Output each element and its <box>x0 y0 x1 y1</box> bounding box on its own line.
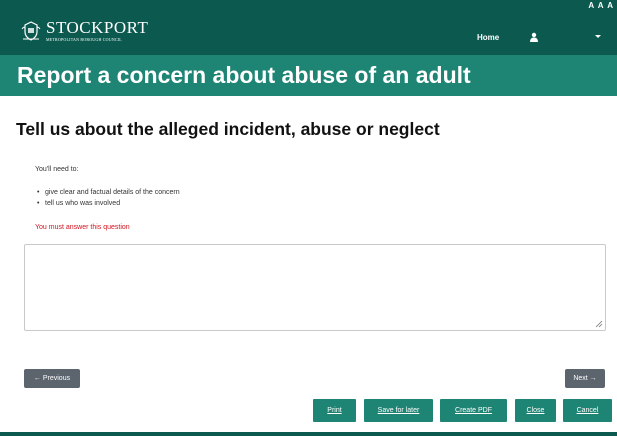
page-title: Report a concern about abuse of an adult <box>17 62 471 88</box>
logo-subtitle: METROPOLITAN BOROUGH COUNCIL <box>46 37 122 42</box>
text-size-medium[interactable]: A <box>598 1 604 10</box>
save-for-later-button[interactable]: Save for later <box>364 399 433 422</box>
logo-name: STOCKPORT <box>46 18 149 37</box>
print-button[interactable]: Print <box>313 399 356 422</box>
requirements-list: give clear and factual details of the co… <box>35 188 180 210</box>
next-button[interactable]: Next → <box>565 369 605 388</box>
incident-details-textarea[interactable] <box>24 244 606 331</box>
form-actions: Print Save for later Create PDF Close Ca… <box>0 399 617 422</box>
page-banner: Report a concern about abuse of an adult <box>0 55 617 96</box>
error-message: You must answer this question <box>35 224 130 231</box>
caret-down-icon[interactable] <box>595 35 601 38</box>
text-size-controls: A A A <box>588 1 614 10</box>
council-logo[interactable]: STOCKPORT METROPOLITAN BOROUGH COUNCIL <box>20 18 149 42</box>
list-item: give clear and factual details of the co… <box>35 188 180 199</box>
question-title: Tell us about the alleged incident, abus… <box>16 119 440 139</box>
nav-home-link[interactable]: Home <box>477 33 499 42</box>
create-pdf-button[interactable]: Create PDF <box>440 399 507 422</box>
crest-icon <box>21 21 41 41</box>
footer-strip <box>0 432 617 436</box>
site-header: A A A STOCKPORT METROPOLITAN BOROUGH COU… <box>0 0 617 55</box>
list-item: tell us who was involved <box>35 199 180 210</box>
close-button[interactable]: Close <box>515 399 556 422</box>
user-icon[interactable] <box>529 32 539 42</box>
cancel-button[interactable]: Cancel <box>563 399 612 422</box>
text-size-large[interactable]: A <box>607 1 614 10</box>
previous-button[interactable]: ← Previous <box>24 369 80 388</box>
text-size-small[interactable]: A <box>588 1 594 10</box>
requirements-intro: You'll need to: <box>35 166 79 173</box>
resize-handle-icon[interactable] <box>595 320 603 328</box>
